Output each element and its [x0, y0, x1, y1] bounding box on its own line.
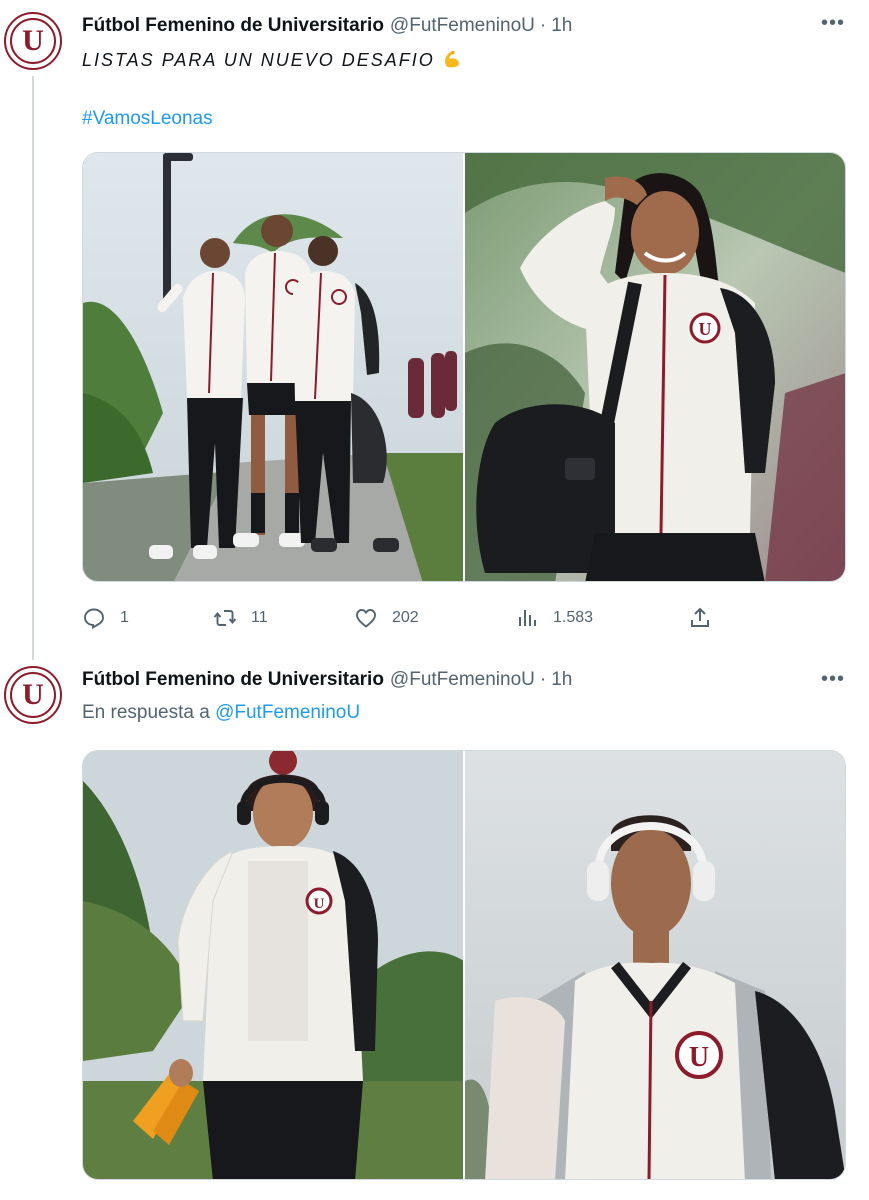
views-button[interactable]: 1.583 [515, 604, 593, 632]
photo-three-players-walking[interactable] [83, 153, 463, 581]
display-name[interactable]: Fútbol Femenino de Universitario [82, 15, 384, 37]
timestamp[interactable]: 1h [551, 669, 572, 691]
tweet-header: Fútbol Femenino de Universitario @FutFem… [82, 14, 572, 38]
user-handle[interactable]: @FutFemeninoU [390, 15, 535, 37]
reply-prefix: En respuesta a [82, 702, 210, 723]
retweet-count: 11 [251, 609, 268, 626]
tweet[interactable]: U Fútbol Femenino de Universitario @FutF… [0, 0, 869, 660]
reply-icon [84, 608, 104, 630]
media-grid: U [82, 750, 846, 1180]
reply-button[interactable]: 1 [82, 604, 129, 632]
tweet-text: LISTAS PARA UN NUEVO DESAFIO [82, 48, 463, 71]
reply-count: 1 [120, 609, 129, 626]
more-options-icon[interactable]: ••• [818, 12, 848, 36]
thread-line [32, 76, 34, 660]
views-count: 1.583 [553, 609, 594, 626]
photo-player-headphones-boots[interactable]: U [83, 751, 463, 1179]
separator-dot: · [539, 15, 547, 36]
user-handle[interactable]: @FutFemeninoU [390, 669, 535, 691]
photo-player-saluting[interactable]: U [465, 153, 845, 581]
photo-image: U [83, 751, 463, 1179]
more-options-icon[interactable]: ••• [818, 668, 848, 692]
share-button[interactable] [688, 604, 726, 632]
like-button[interactable]: 202 [354, 604, 419, 632]
display-name[interactable]: Fútbol Femenino de Universitario [82, 669, 384, 691]
tweet[interactable]: U Fútbol Femenino de Universitario @FutF… [0, 652, 869, 1200]
photo-image: U [465, 751, 845, 1179]
avatar[interactable]: U [4, 12, 62, 70]
like-count: 202 [392, 609, 419, 626]
photo-player-white-headphones[interactable]: U [465, 751, 845, 1179]
timestamp[interactable]: 1h [551, 15, 572, 37]
retweet-icon [213, 610, 237, 626]
tweet-text-content: LISTAS PARA UN NUEVO DESAFIO [82, 50, 435, 70]
flexed-biceps-icon [444, 50, 459, 68]
separator-dot: · [539, 669, 547, 690]
heart-icon [356, 609, 376, 628]
tweet-actions: 1 11 202 1.583 [82, 604, 722, 632]
hashtag-link[interactable]: #VamosLeonas [82, 108, 213, 130]
photo-image [83, 153, 463, 581]
reply-context: En respuesta a @FutFemeninoU [82, 702, 360, 724]
svg-text:U: U [699, 319, 712, 339]
photo-image: U [465, 153, 845, 581]
retweet-button[interactable]: 11 [213, 604, 268, 632]
reply-mention-link[interactable]: @FutFemeninoU [215, 702, 360, 723]
views-icon [519, 610, 536, 626]
svg-text:U: U [314, 896, 325, 912]
club-logo: U [10, 672, 56, 718]
media-grid: U [82, 152, 846, 582]
avatar[interactable]: U [4, 666, 62, 724]
tweet-header: Fútbol Femenino de Universitario @FutFem… [82, 668, 572, 692]
share-icon [691, 607, 709, 627]
club-logo: U [10, 18, 56, 64]
svg-text:U: U [689, 1042, 709, 1073]
